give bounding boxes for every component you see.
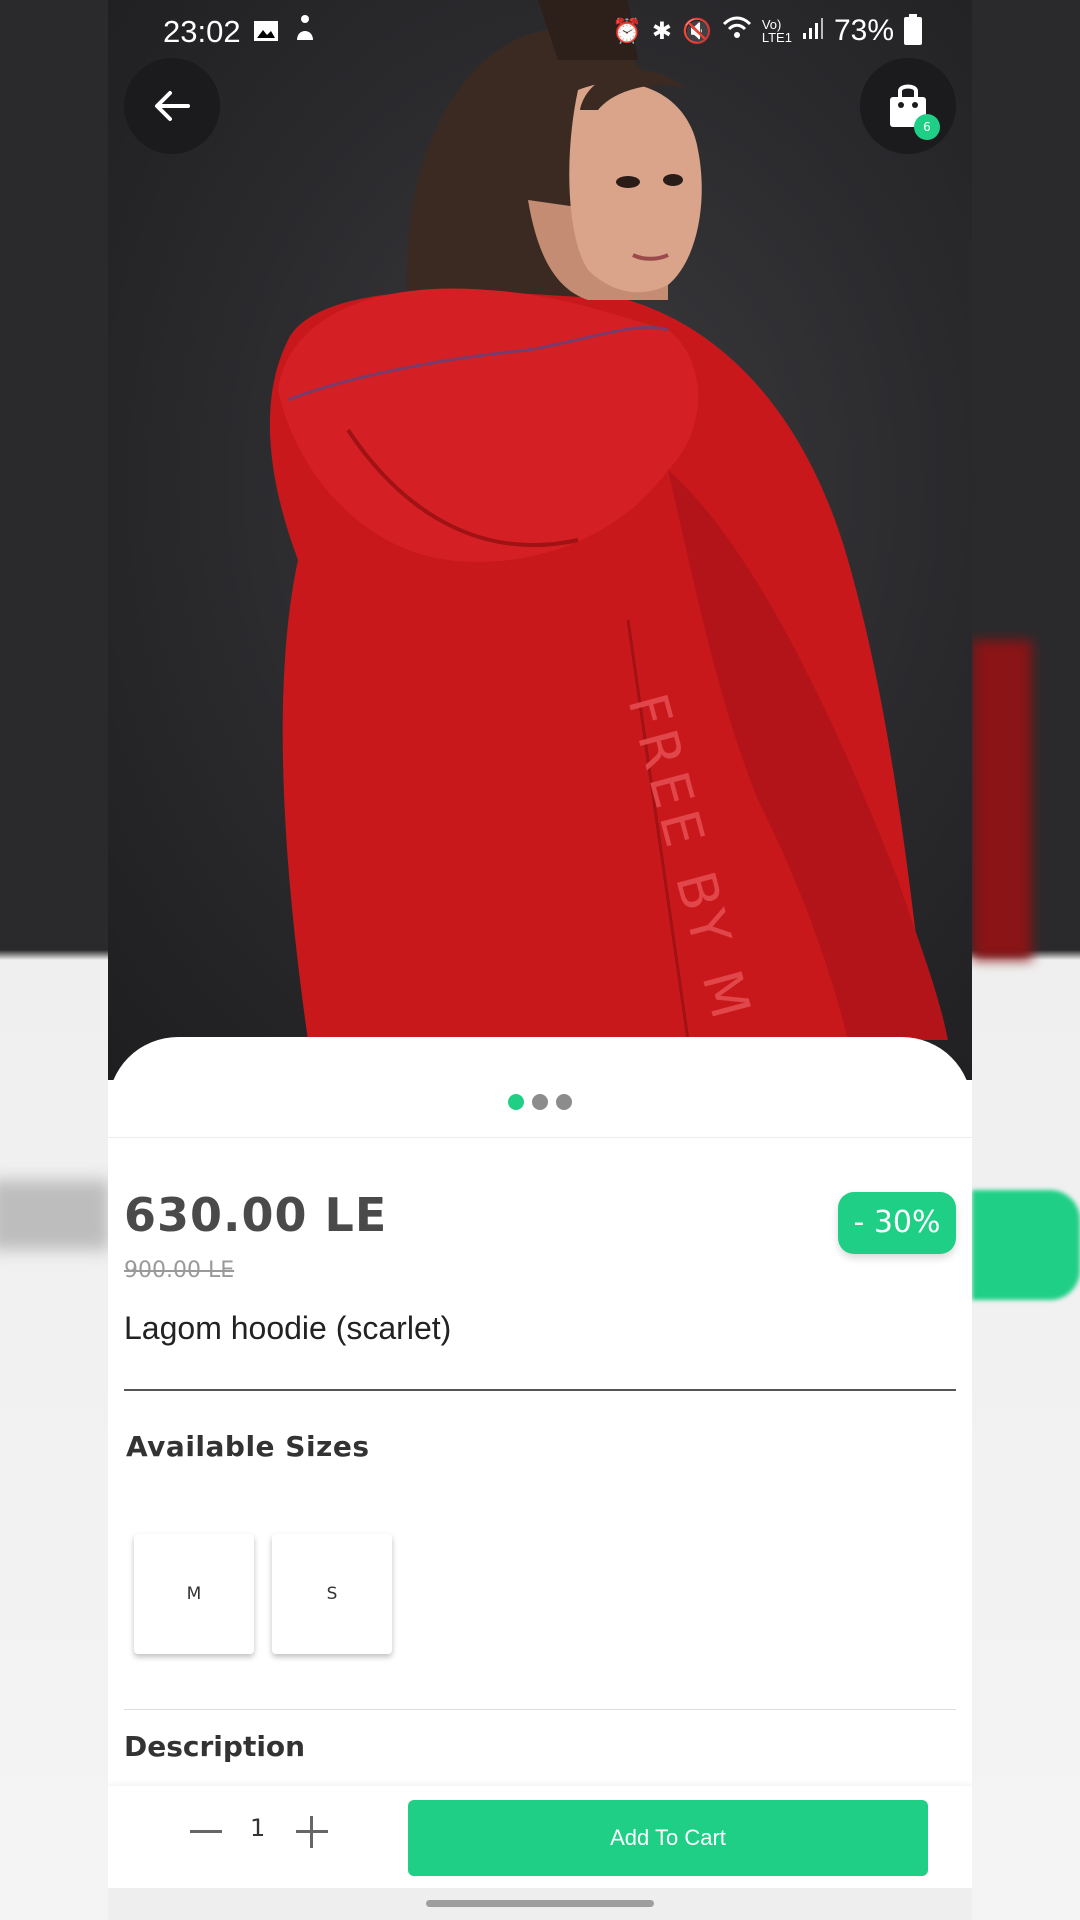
add-to-cart-button[interactable]: Add To Cart xyxy=(408,1800,928,1876)
gallery-pagination xyxy=(108,1094,972,1110)
quantity-increase-button[interactable] xyxy=(292,1812,332,1852)
accessibility-icon xyxy=(293,14,317,50)
wifi-icon xyxy=(722,16,752,47)
alarm-icon: ⏰ xyxy=(611,17,642,45)
sizes-heading: Available Sizes xyxy=(126,1430,370,1463)
signal-icon xyxy=(802,17,824,46)
mute-icon: 🔇 xyxy=(681,17,712,45)
status-time: 23:02 xyxy=(163,14,241,49)
add-to-cart-bar: 1 Add To Cart xyxy=(108,1786,972,1888)
ghost-badge-blur xyxy=(972,1190,1080,1300)
pagination-dot-3[interactable] xyxy=(556,1094,572,1110)
cart-button[interactable]: 6 xyxy=(860,58,956,154)
quantity-value: 1 xyxy=(250,1814,266,1842)
background-left-blur xyxy=(0,0,108,1920)
size-option-m[interactable]: M xyxy=(134,1534,254,1654)
size-option-s[interactable]: S xyxy=(272,1534,392,1654)
pagination-dot-2[interactable] xyxy=(532,1094,548,1110)
discount-badge: - 30% xyxy=(838,1192,956,1254)
status-icons: ⏰ ✱ 🔇 Vo) LTE1 73% xyxy=(612,14,922,48)
back-button[interactable] xyxy=(124,58,220,154)
bluetooth-icon: ✱ xyxy=(651,17,672,45)
status-bar: 23:02 ⏰ ✱ 🔇 Vo) LTE1 73% xyxy=(108,0,972,56)
divider xyxy=(124,1389,956,1391)
product-price: 630.00 LE xyxy=(124,1188,388,1242)
system-nav-bar xyxy=(108,1888,972,1920)
battery-level: 73% xyxy=(833,14,894,47)
description-heading: Description xyxy=(124,1730,306,1763)
ghost-text-blur xyxy=(0,1180,108,1250)
home-gesture-handle[interactable] xyxy=(426,1900,654,1907)
minus-icon xyxy=(190,1830,222,1833)
quantity-decrease-button[interactable] xyxy=(186,1812,226,1852)
ghost-hoodie-blur xyxy=(972,640,1032,960)
plus-icon xyxy=(296,1816,328,1848)
details-sheet xyxy=(108,1037,972,1138)
product-screen: FREE BY M 23:02 ⏰ ✱ 🔇 Vo) LTE1 73% 6 630… xyxy=(108,0,972,1920)
pagination-dot-1[interactable] xyxy=(508,1094,524,1110)
gallery-icon xyxy=(253,16,279,51)
cart-count-badge: 6 xyxy=(914,114,940,140)
product-gallery[interactable]: FREE BY M 23:02 ⏰ ✱ 🔇 Vo) LTE1 73% 6 xyxy=(108,0,972,1080)
arrow-left-icon xyxy=(155,91,190,121)
product-image: FREE BY M xyxy=(269,0,948,1041)
divider xyxy=(124,1709,956,1710)
original-price: 900.00 LE xyxy=(124,1258,235,1283)
product-name: Lagom hoodie (scarlet) xyxy=(124,1310,452,1346)
volte-icon: Vo) LTE1 xyxy=(761,17,792,45)
battery-icon xyxy=(904,14,922,45)
background-right-blur xyxy=(972,0,1080,1920)
size-options: M S xyxy=(134,1534,392,1654)
